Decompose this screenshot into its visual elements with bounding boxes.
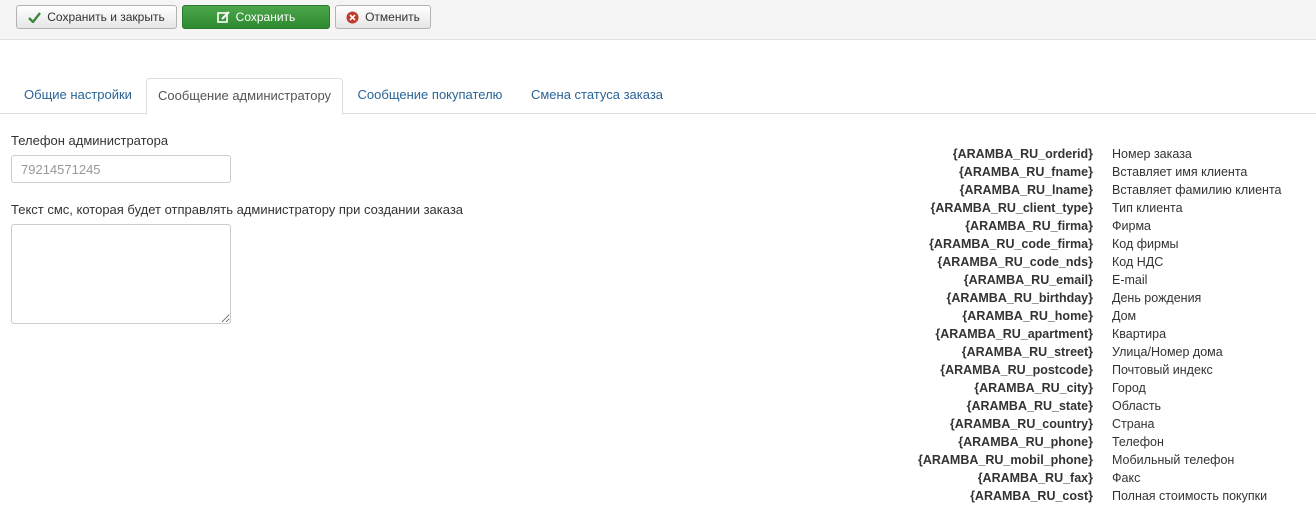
- variable-row: {ARAMBA_RU_client_type} Тип клиента: [900, 199, 1310, 217]
- variable-description: День рождения: [1112, 291, 1202, 305]
- variable-row: {ARAMBA_RU_country} Страна: [900, 415, 1310, 433]
- cancel-label: Отменить: [365, 10, 420, 24]
- variable-description: Дом: [1112, 309, 1137, 323]
- variable-row: {ARAMBA_RU_birthday} День рождения: [900, 289, 1310, 307]
- variable-description: Тип клиента: [1112, 201, 1183, 215]
- save-label: Сохранить: [235, 10, 296, 24]
- variable-row: {ARAMBA_RU_fname} Вставляет имя клиента: [900, 163, 1310, 181]
- variable-code: {ARAMBA_RU_state}: [966, 399, 1093, 413]
- sms-text-textarea[interactable]: [11, 224, 231, 324]
- variable-description: Страна: [1112, 417, 1155, 431]
- variable-code: {ARAMBA_RU_orderid}: [952, 147, 1093, 161]
- variable-code: {ARAMBA_RU_code_nds}: [937, 255, 1093, 269]
- variable-code: {ARAMBA_RU_email}: [963, 273, 1093, 287]
- variable-row: {ARAMBA_RU_phone} Телефон: [900, 433, 1310, 451]
- tab-customer-message[interactable]: Сообщение покупателю: [345, 78, 515, 114]
- variable-code: {ARAMBA_RU_client_type}: [930, 201, 1093, 215]
- variable-description: Область: [1112, 399, 1162, 413]
- tab-order-status-change[interactable]: Смена статуса заказа: [517, 78, 677, 114]
- cancel-button[interactable]: Отменить: [335, 5, 431, 29]
- variable-row: {ARAMBA_RU_code_nds} Код НДС: [900, 253, 1310, 271]
- admin-phone-input[interactable]: [11, 155, 231, 183]
- variable-code: {ARAMBA_RU_country}: [949, 417, 1093, 431]
- variable-code: {ARAMBA_RU_home}: [962, 309, 1093, 323]
- phone-label: Телефон администратора: [11, 133, 169, 148]
- variable-description: Факс: [1112, 471, 1141, 485]
- variable-row: {ARAMBA_RU_mobil_phone} Мобильный телефон: [900, 451, 1310, 469]
- variable-row: {ARAMBA_RU_home} Дом: [900, 307, 1310, 325]
- variable-description: Номер заказа: [1112, 147, 1192, 161]
- variable-code: {ARAMBA_RU_apartment}: [935, 327, 1093, 341]
- variable-row: {ARAMBA_RU_orderid} Номер заказа: [900, 145, 1310, 163]
- variable-code: {ARAMBA_RU_fax}: [977, 471, 1093, 485]
- save-button[interactable]: Сохранить: [182, 5, 330, 29]
- variable-code: {ARAMBA_RU_firma}: [965, 219, 1093, 233]
- variable-description: Код НДС: [1112, 255, 1164, 269]
- sms-text-label: Текст смс, которая будет отправлять адми…: [11, 202, 464, 217]
- variable-description: Вставляет имя клиента: [1112, 165, 1248, 179]
- variable-row: {ARAMBA_RU_code_firma} Код фирмы: [900, 235, 1310, 253]
- variable-code: {ARAMBA_RU_city}: [974, 381, 1093, 395]
- variable-row: {ARAMBA_RU_postcode} Почтовый индекс: [900, 361, 1310, 379]
- tab-general-settings[interactable]: Общие настройки: [12, 78, 144, 114]
- checkmark-icon: [28, 11, 42, 23]
- variable-code: {ARAMBA_RU_birthday}: [946, 291, 1093, 305]
- variable-row: {ARAMBA_RU_email} E-mail: [900, 271, 1310, 289]
- save-and-close-label: Сохранить и закрыть: [47, 10, 165, 24]
- variable-code: {ARAMBA_RU_code_firma}: [929, 237, 1093, 251]
- variable-description: Вставляет фамилию клиента: [1112, 183, 1282, 197]
- variable-code: {ARAMBA_RU_fname}: [958, 165, 1093, 179]
- variables-list: {ARAMBA_RU_orderid} Номер заказа {ARAMBA_…: [900, 145, 1310, 505]
- variable-code: {ARAMBA_RU_phone}: [958, 435, 1093, 449]
- variable-row: {ARAMBA_RU_state} Область: [900, 397, 1310, 415]
- variable-description: Фирма: [1112, 219, 1151, 233]
- variable-description: Город: [1112, 381, 1146, 395]
- toolbar: Сохранить и закрыть Сохранить Отменить: [0, 0, 1316, 40]
- variable-row: {ARAMBA_RU_firma} Фирма: [900, 217, 1310, 235]
- variable-row: {ARAMBA_RU_city} Город: [900, 379, 1310, 397]
- variable-description: Телефон: [1112, 435, 1164, 449]
- variable-description: Полная стоимость покупки: [1112, 489, 1268, 503]
- variable-description: Код фирмы: [1112, 237, 1179, 251]
- tab-bar: Общие настройки Сообщение администратору…: [0, 78, 1316, 115]
- variable-row: {ARAMBA_RU_cost} Полная стоимость покупки: [900, 487, 1310, 505]
- variable-row: {ARAMBA_RU_fax} Факс: [900, 469, 1310, 487]
- variable-code: {ARAMBA_RU_lname}: [959, 183, 1093, 197]
- variable-row: {ARAMBA_RU_lname} Вставляет фамилию клиен…: [900, 181, 1310, 199]
- variable-description: Квартира: [1112, 327, 1167, 341]
- variable-code: {ARAMBA_RU_postcode}: [940, 363, 1093, 377]
- variable-description: Улица/Номер дома: [1112, 345, 1223, 359]
- variable-description: Почтовый индекс: [1112, 363, 1213, 377]
- tab-admin-message[interactable]: Сообщение администратору: [146, 78, 343, 115]
- variable-code: {ARAMBA_RU_street}: [961, 345, 1093, 359]
- variable-description: E-mail: [1112, 273, 1148, 287]
- variable-row: {ARAMBA_RU_street} Улица/Номер дома: [900, 343, 1310, 361]
- cancel-circle-icon: [346, 11, 359, 24]
- variable-row: {ARAMBA_RU_apartment} Квартира: [900, 325, 1310, 343]
- variable-code: {ARAMBA_RU_cost}: [970, 489, 1093, 503]
- edit-icon: [216, 11, 230, 23]
- variable-description: Мобильный телефон: [1112, 453, 1235, 467]
- save-and-close-button[interactable]: Сохранить и закрыть: [16, 5, 177, 29]
- variable-code: {ARAMBA_RU_mobil_phone}: [917, 453, 1093, 467]
